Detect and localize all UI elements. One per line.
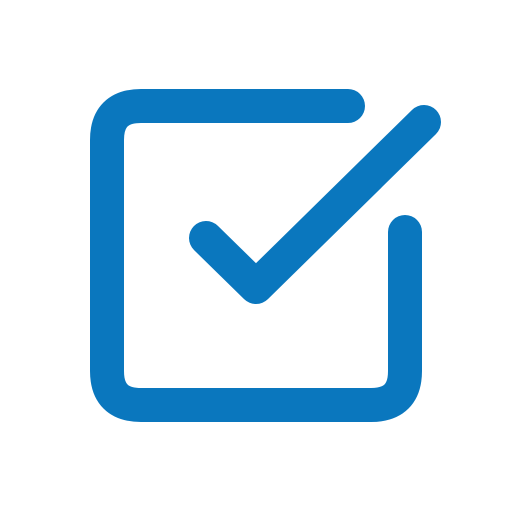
icon-canvas [0,0,512,512]
checkbox-frame [90,89,422,422]
checkbox-checked-icon [90,89,441,422]
